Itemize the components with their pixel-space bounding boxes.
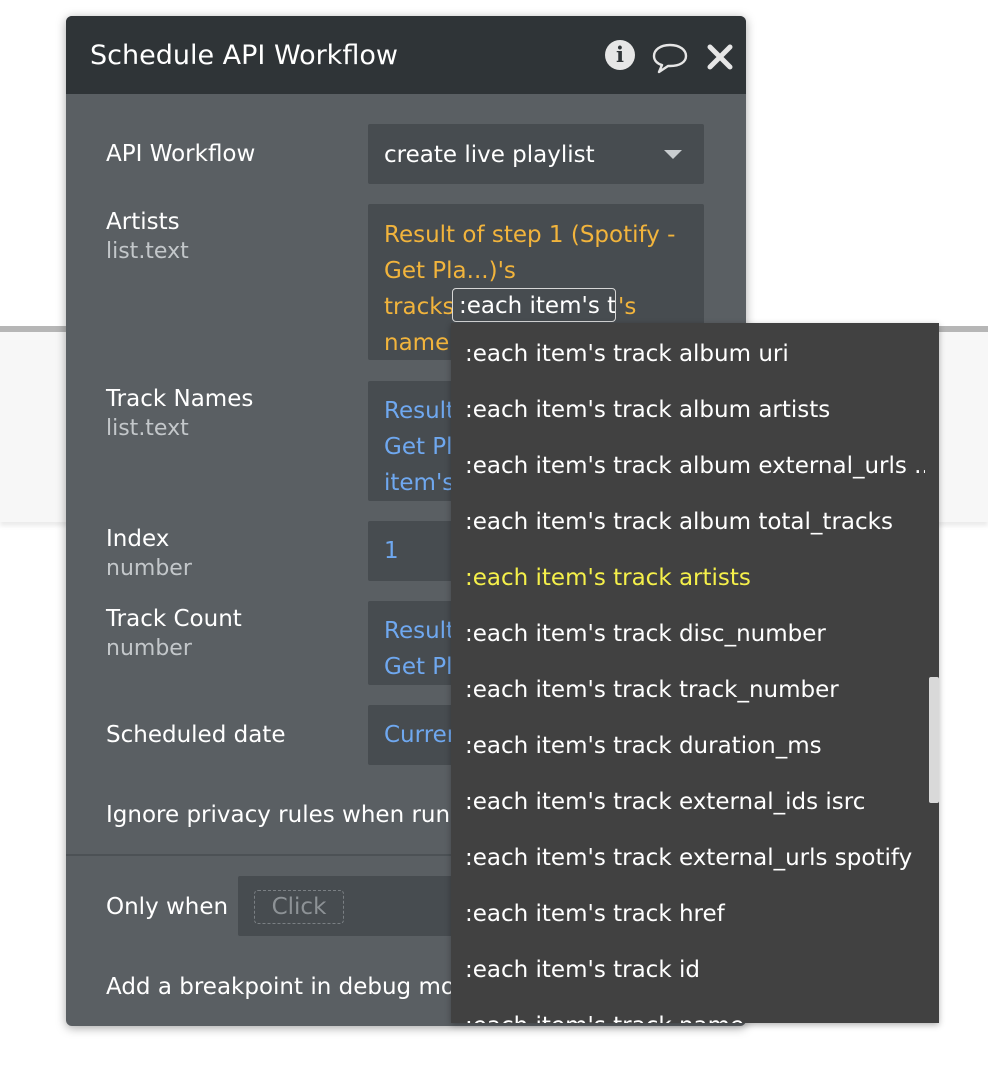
dropdown-item[interactable]: :each item's track album uri (465, 326, 925, 382)
dropdown-item[interactable]: :each item's track id (465, 942, 925, 998)
dropdown-item[interactable]: :each item's track album artists (465, 382, 925, 438)
info-icon[interactable]: i (605, 40, 635, 70)
only-when-label: Only when (106, 894, 229, 920)
dropdown-item[interactable]: :each item's track disc_number (465, 606, 925, 662)
only-when-placeholder[interactable]: Click (254, 890, 344, 924)
track-count-type: number (106, 636, 192, 661)
index-type: number (106, 556, 192, 581)
typing-text: :each item's tr (459, 293, 616, 319)
api-workflow-dropdown[interactable]: create live playlist (368, 124, 704, 184)
artists-expr-line: Get Pla...)'s (384, 258, 516, 284)
dropdown-item[interactable]: :each item's track name (465, 998, 925, 1023)
artists-expr-line: name (384, 330, 450, 356)
track-count-label: Track Count (106, 606, 242, 632)
artists-expr-line: tracks (384, 294, 455, 320)
track-names-expr-line: Result (384, 398, 456, 424)
scheduled-date-value: Curren (384, 722, 462, 748)
artists-expr-suffix: 's (618, 294, 637, 320)
track-names-type: list.text (106, 416, 189, 441)
track-names-label: Track Names (106, 386, 254, 412)
api-workflow-value: create live playlist (384, 142, 595, 168)
dropdown-item[interactable]: :each item's track album total_tracks (465, 494, 925, 550)
ignore-privacy-label[interactable]: Ignore privacy rules when runn (106, 800, 465, 830)
index-label: Index (106, 526, 170, 552)
scheduled-date-label: Scheduled date (106, 722, 286, 748)
index-value: 1 (384, 538, 399, 564)
breakpoint-label[interactable]: Add a breakpoint in debug mo (106, 972, 455, 1002)
chevron-down-icon[interactable] (664, 150, 682, 159)
api-workflow-label: API Workflow (106, 141, 256, 167)
artists-expr-line: Result of step 1 (Spotify - (384, 222, 676, 248)
dropdown-item[interactable]: :each item's track duration_ms (465, 718, 925, 774)
dropdown-item[interactable]: :each item's track album external_urls .… (465, 438, 925, 494)
dropdown-item-highlighted[interactable]: :each item's track artists (465, 550, 925, 606)
dropdown-item[interactable]: :each item's track external_ids isrc (465, 774, 925, 830)
track-names-expr-line: Get Pl (384, 434, 453, 460)
close-icon[interactable] (706, 43, 734, 71)
dropdown-item[interactable]: :each item's track external_urls spotify (465, 830, 925, 886)
track-count-expr-line: Result (384, 618, 456, 644)
artists-label: Artists (106, 209, 180, 235)
panel-title: Schedule API Workflow c (90, 40, 406, 71)
track-count-expr-line: Get Pl (384, 654, 453, 680)
expression-autocomplete-input[interactable]: :each item's tr (452, 288, 616, 322)
artists-type: list.text (106, 239, 189, 264)
dropdown-item[interactable]: :each item's track href (465, 886, 925, 942)
comment-icon[interactable] (652, 42, 688, 74)
autocomplete-dropdown: :each item's track album uri :each item'… (451, 323, 939, 1023)
panel-header: Schedule API Workflow c i (66, 16, 746, 94)
track-names-expr-line: item's (384, 470, 455, 496)
dropdown-item[interactable]: :each item's track track_number (465, 662, 925, 718)
dropdown-scrollbar[interactable] (929, 677, 939, 803)
